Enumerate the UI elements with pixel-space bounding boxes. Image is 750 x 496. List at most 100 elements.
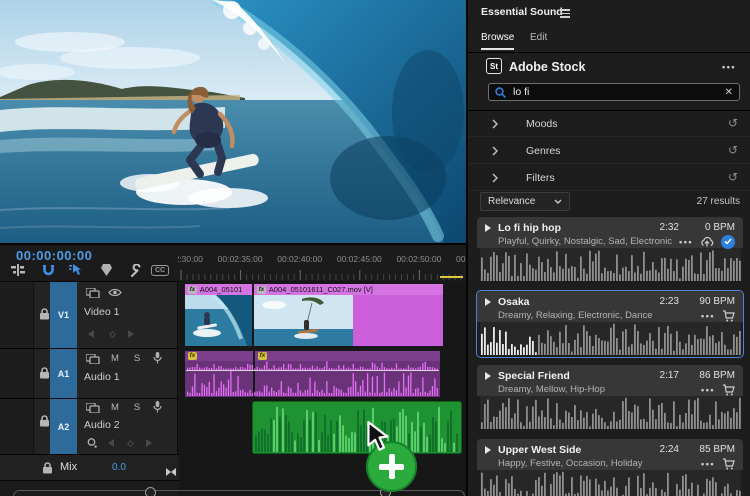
mute-button[interactable]: M xyxy=(108,353,122,364)
cart-icon[interactable] xyxy=(722,310,735,322)
keyframe-toggle-icon[interactable] xyxy=(87,438,97,448)
solo-button[interactable]: S xyxy=(130,353,144,364)
play-icon[interactable] xyxy=(485,224,491,232)
timeline-lanes[interactable]: fxA004_05101 fxA004_05101611_C027.mov [V… xyxy=(179,281,466,496)
program-monitor[interactable] xyxy=(0,0,466,243)
mix-label: Mix xyxy=(60,461,77,473)
sync-lock-icon[interactable] xyxy=(86,288,100,298)
added-check-icon[interactable] xyxy=(721,235,735,249)
more-options-icon[interactable]: ••• xyxy=(701,311,715,321)
next-keyframe-icon[interactable] xyxy=(146,439,152,447)
reset-icon[interactable]: ↺ xyxy=(728,116,738,130)
tab-edit[interactable]: Edit xyxy=(530,32,547,43)
search-input xyxy=(513,86,718,98)
track-title: Osaka xyxy=(498,296,660,308)
source-patch-column[interactable] xyxy=(0,399,34,454)
license-cloud-icon[interactable] xyxy=(700,236,714,248)
stock-audio-result[interactable]: Osaka 2:23 90 BPM Dreamy, Relaxing, Elec… xyxy=(476,290,744,358)
clip-name: A004_05101 xyxy=(200,285,243,294)
track-duration: 2:24 xyxy=(660,444,679,455)
captions-icon[interactable]: CC xyxy=(150,262,170,278)
gain-rubber-band[interactable] xyxy=(186,370,439,371)
nest-sequence-icon[interactable] xyxy=(8,262,28,278)
tab-browse[interactable]: Browse xyxy=(481,32,514,43)
track-bpm: 85 BPM xyxy=(691,444,735,455)
cart-icon[interactable] xyxy=(722,458,735,470)
premiere-pro-app: 00:00:00:00 CC 00:02:30:0000:02:35:0000: xyxy=(0,0,750,496)
accordion-filters[interactable]: Filters ↺ xyxy=(468,165,750,191)
track-name-a1: Audio 1 xyxy=(84,371,120,383)
source-patch-column[interactable] xyxy=(0,349,34,398)
timeline-ruler[interactable]: 00:02:30:0000:02:35:0000:02:40:0000:02:4… xyxy=(178,247,466,281)
voiceover-mic-icon[interactable] xyxy=(153,352,162,364)
mix-volume-value[interactable]: 0.0 xyxy=(112,462,126,473)
reset-icon[interactable]: ↺ xyxy=(728,143,738,157)
track-header-v1: V1 Video 1 xyxy=(0,282,178,348)
lock-icon[interactable] xyxy=(39,367,50,379)
stock-audio-result[interactable]: Lo fi hip hop 2:32 0 BPM Playful, Quirky… xyxy=(476,216,744,284)
waveform[interactable] xyxy=(480,248,741,281)
sync-lock-icon[interactable] xyxy=(86,354,100,364)
cart-icon[interactable] xyxy=(722,384,735,396)
track-visibility-eye-icon[interactable] xyxy=(108,288,122,297)
clip-name: A004_05101611_C027.mov [V] xyxy=(269,285,373,294)
sort-dropdown[interactable]: Relevance xyxy=(480,192,570,211)
waveform[interactable] xyxy=(480,322,741,355)
solo-button[interactable]: S xyxy=(130,402,144,413)
accordion-label: Filters xyxy=(526,172,555,184)
stock-audio-result[interactable]: Upper West Side 2:24 85 BPM Happy, Festi… xyxy=(476,438,744,496)
sync-lock-icon[interactable] xyxy=(86,403,100,413)
reset-icon[interactable]: ↺ xyxy=(728,170,738,184)
waveform[interactable] xyxy=(480,470,741,496)
panel-menu-icon[interactable] xyxy=(560,9,570,20)
collapse-track-icon[interactable] xyxy=(166,463,176,481)
source-patch-column[interactable] xyxy=(0,282,34,348)
waveform[interactable] xyxy=(480,396,741,429)
linked-selection-icon[interactable] xyxy=(66,262,86,278)
more-options-icon[interactable]: ••• xyxy=(701,459,715,469)
add-marker-icon[interactable] xyxy=(96,262,116,278)
accordion-genres[interactable]: Genres ↺ xyxy=(468,138,750,164)
lock-icon[interactable] xyxy=(42,462,53,474)
add-keyframe-icon[interactable] xyxy=(127,440,134,447)
prev-keyframe-icon[interactable] xyxy=(108,439,114,447)
stock-audio-result[interactable]: Special Friend 2:17 86 BPM Dreamy, Mello… xyxy=(476,364,744,432)
snap-magnet-icon[interactable] xyxy=(38,262,58,278)
accordion-moods[interactable]: Moods ↺ xyxy=(468,111,750,137)
voiceover-mic-icon[interactable] xyxy=(153,401,162,413)
target-track-a2[interactable]: A2 xyxy=(50,399,77,454)
stock-search-box[interactable]: ✕ xyxy=(488,83,740,101)
accordion-label: Moods xyxy=(526,118,558,130)
scrollbar-handle-left[interactable] xyxy=(145,487,156,496)
target-track-v1[interactable]: V1 xyxy=(50,282,77,348)
target-track-a1[interactable]: A1 xyxy=(50,349,77,398)
ruler-label: 00:02:35:00 xyxy=(218,254,263,264)
ruler-label: 00:02:50:00 xyxy=(396,254,441,264)
more-options-icon[interactable]: ••• xyxy=(701,385,715,395)
audio-waveform-upper xyxy=(186,361,439,370)
play-icon[interactable] xyxy=(485,446,491,454)
play-icon[interactable] xyxy=(485,298,491,306)
clip-thumbnail-surfer xyxy=(185,295,252,346)
stock-more-options-icon[interactable]: ••• xyxy=(722,62,736,72)
mute-button[interactable]: M xyxy=(108,402,122,413)
video-clip-2[interactable]: fxA004_05101611_C027.mov [V] xyxy=(254,284,443,346)
playhead-timecode[interactable]: 00:00:00:00 xyxy=(16,248,92,263)
fx-badge: fx xyxy=(188,286,197,294)
adobe-stock-badge: St xyxy=(486,58,502,74)
timeline-settings-wrench-icon[interactable] xyxy=(124,262,144,278)
add-keyframe-icon[interactable] xyxy=(109,331,116,338)
play-icon[interactable] xyxy=(485,372,491,380)
work-area-marker xyxy=(440,276,463,278)
lock-icon[interactable] xyxy=(39,415,50,427)
sort-selected-value: Relevance xyxy=(488,196,554,207)
audio-waveform-lower xyxy=(186,371,439,396)
next-keyframe-icon[interactable] xyxy=(128,330,134,338)
track-bpm: 86 BPM xyxy=(691,370,735,381)
dragged-audio-clip[interactable] xyxy=(252,401,462,454)
more-options-icon[interactable]: ••• xyxy=(679,237,693,247)
prev-keyframe-icon[interactable] xyxy=(88,330,94,338)
lock-icon[interactable] xyxy=(39,308,50,320)
video-clip-1[interactable]: fxA004_05101 xyxy=(185,284,252,346)
clear-search-icon[interactable]: ✕ xyxy=(725,87,733,98)
